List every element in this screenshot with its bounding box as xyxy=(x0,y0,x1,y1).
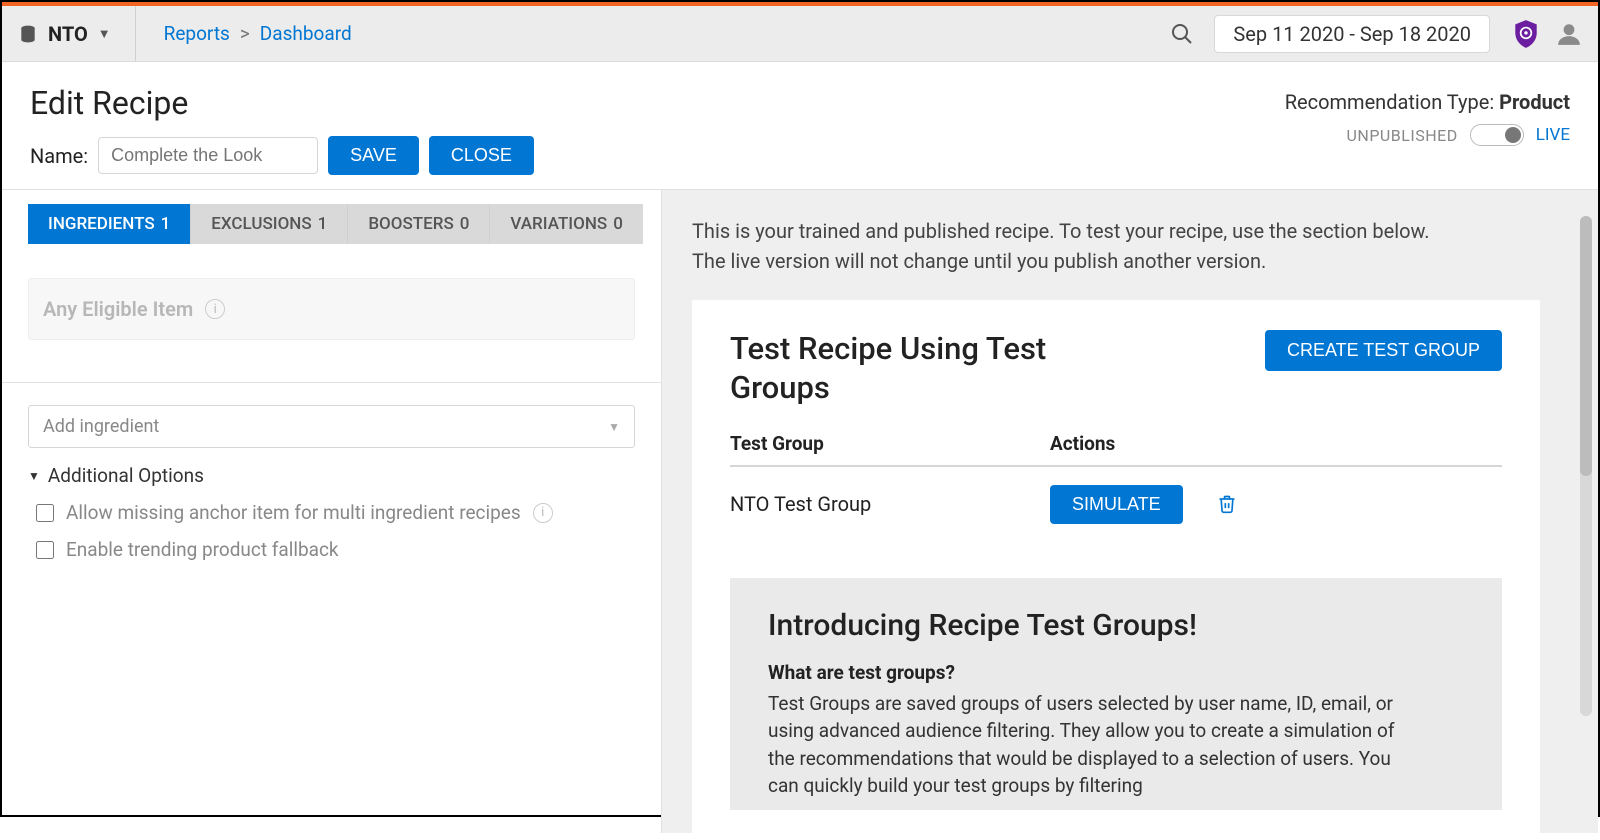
trash-icon xyxy=(1217,493,1237,515)
publish-toggle[interactable] xyxy=(1470,124,1524,146)
recommendation-type: Recommendation Type: Product xyxy=(1285,90,1570,114)
rec-type-value: Product xyxy=(1499,90,1570,114)
topbar: NTO ▼ Reports > Dashboard Sep 11 2020 - … xyxy=(2,6,1598,62)
add-ingredient-placeholder: Add ingredient xyxy=(43,416,159,437)
option-trending-fallback-row: Enable trending product fallback xyxy=(36,538,635,561)
main-content: INGREDIENTS 1 EXCLUSIONS 1 BOOSTERS 0 VARIA… xyxy=(2,190,1598,833)
info-icon[interactable]: i xyxy=(205,299,225,319)
shield-settings-button[interactable] xyxy=(1512,19,1540,49)
option-trending-fallback-checkbox[interactable] xyxy=(36,541,54,559)
page-header: Edit Recipe Name: SAVE CLOSE Recommendat… xyxy=(2,62,1598,190)
option-missing-anchor-row: Allow missing anchor item for multi ingr… xyxy=(36,501,635,524)
chevron-down-icon: ▼ xyxy=(608,420,620,434)
promo-title: Introducing Recipe Test Groups! xyxy=(768,608,1464,643)
tab-count: 0 xyxy=(460,214,470,234)
tab-label: BOOSTERS xyxy=(368,214,453,234)
additional-options-label: Additional Options xyxy=(48,464,204,487)
search-icon xyxy=(1170,22,1194,46)
tab-boosters[interactable]: BOOSTERS 0 xyxy=(348,204,490,244)
unpublished-label: UNPUBLISHED xyxy=(1347,126,1458,145)
rec-type-label: Recommendation Type: xyxy=(1285,90,1499,114)
col-test-group: Test Group xyxy=(730,432,1050,455)
test-group-name: NTO Test Group xyxy=(730,492,1050,516)
tab-label: INGREDIENTS xyxy=(48,214,155,234)
table-row: NTO Test Group SIMULATE xyxy=(730,467,1502,542)
eligible-item-card[interactable]: Any Eligible Item i xyxy=(28,278,635,340)
toggle-knob xyxy=(1505,127,1521,143)
search-button[interactable] xyxy=(1164,16,1200,52)
test-group-table: Test Group Actions NTO Test Group SIMULA… xyxy=(730,432,1502,542)
simulate-button[interactable]: SIMULATE xyxy=(1050,485,1183,524)
tab-count: 1 xyxy=(161,214,171,234)
tab-label: VARIATIONS xyxy=(510,214,607,234)
left-pane: INGREDIENTS 1 EXCLUSIONS 1 BOOSTERS 0 VARIA… xyxy=(2,190,662,833)
live-label: LIVE xyxy=(1536,125,1570,145)
breadcrumb-dashboard[interactable]: Dashboard xyxy=(260,22,352,45)
promo-body: Test Groups are saved groups of users se… xyxy=(768,690,1408,800)
additional-options-toggle[interactable]: ▼ Additional Options xyxy=(28,464,635,487)
right-intro-text: This is your trained and published recip… xyxy=(692,216,1432,276)
promo-subtitle: What are test groups? xyxy=(768,661,1464,684)
breadcrumb-reports[interactable]: Reports xyxy=(164,22,230,45)
breadcrumb: Reports > Dashboard xyxy=(164,22,352,45)
save-button[interactable]: SAVE xyxy=(328,136,419,175)
page-title: Edit Recipe xyxy=(30,84,1285,122)
tab-count: 0 xyxy=(613,214,623,234)
org-switcher[interactable]: NTO ▼ xyxy=(18,6,136,61)
scrollbar-thumb[interactable] xyxy=(1580,216,1592,476)
user-icon xyxy=(1556,21,1582,47)
eligible-item-label: Any Eligible Item xyxy=(43,297,193,321)
col-actions: Actions xyxy=(1050,432,1502,455)
scrollbar-track[interactable] xyxy=(1580,216,1592,716)
add-ingredient-select[interactable]: Add ingredient ▼ xyxy=(28,405,635,448)
tab-exclusions[interactable]: EXCLUSIONS 1 xyxy=(191,204,348,244)
tab-label: EXCLUSIONS xyxy=(211,214,311,234)
create-test-group-button[interactable]: CREATE TEST GROUP xyxy=(1265,330,1502,371)
right-pane: This is your trained and published recip… xyxy=(662,190,1598,833)
user-menu[interactable] xyxy=(1556,21,1582,47)
date-range-picker[interactable]: Sep 11 2020 - Sep 18 2020 xyxy=(1214,15,1490,53)
delete-test-group-button[interactable] xyxy=(1217,493,1237,515)
name-label: Name: xyxy=(30,144,88,168)
option-missing-anchor-checkbox[interactable] xyxy=(36,504,54,522)
breadcrumb-separator: > xyxy=(240,22,250,45)
tab-variations[interactable]: VARIATIONS 0 xyxy=(490,204,642,244)
tab-count: 1 xyxy=(318,214,328,234)
promo-card: Introducing Recipe Test Groups! What are… xyxy=(730,578,1502,810)
option-trending-fallback-label: Enable trending product fallback xyxy=(66,538,339,561)
left-divider xyxy=(2,382,661,383)
info-icon[interactable]: i xyxy=(533,503,553,523)
database-icon xyxy=(18,24,38,44)
test-group-table-head: Test Group Actions xyxy=(730,432,1502,467)
tab-ingredients[interactable]: INGREDIENTS 1 xyxy=(28,204,191,244)
test-card-title: Test Recipe Using Test Groups xyxy=(730,330,1110,408)
chevron-down-icon: ▼ xyxy=(98,26,111,42)
recipe-name-input[interactable] xyxy=(98,137,318,174)
shield-icon xyxy=(1512,19,1540,49)
org-name: NTO xyxy=(48,22,88,46)
close-button[interactable]: CLOSE xyxy=(429,136,534,175)
caret-down-icon: ▼ xyxy=(28,469,40,483)
recipe-tabs: INGREDIENTS 1 EXCLUSIONS 1 BOOSTERS 0 VARIA… xyxy=(28,204,635,244)
option-missing-anchor-label: Allow missing anchor item for multi ingr… xyxy=(66,501,521,524)
test-groups-card: Test Recipe Using Test Groups CREATE TES… xyxy=(692,300,1540,840)
